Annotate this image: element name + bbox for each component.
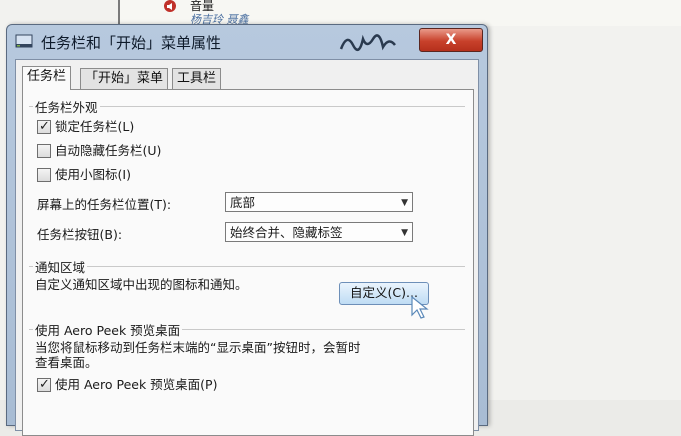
aero-peek-group-label: 使用 Aero Peek 预览桌面 <box>33 320 183 339</box>
dropdown-arrow-icon: ▼ <box>401 198 408 208</box>
aero-peek-label: 使用 Aero Peek 预览桌面(P) <box>55 377 218 392</box>
appearance-group-label: 任务栏外观 <box>33 97 100 116</box>
notification-group-line <box>29 266 465 267</box>
tab-toolbars[interactable]: 工具栏 <box>172 68 222 89</box>
taskbar-buttons-label: 任务栏按钮(B): <box>37 227 123 242</box>
lock-taskbar-checkbox[interactable]: ✓ <box>37 119 51 134</box>
volume-app-icon[interactable] <box>162 0 178 14</box>
aero-peek-description-line1: 当您将鼠标移动到任务栏末端的“显示桌面”按钮时，会暂时 <box>35 340 361 355</box>
aero-peek-checkbox[interactable]: ✓ <box>37 377 51 392</box>
notification-description: 自定义通知区域中出现的图标和通知。 <box>35 277 248 292</box>
taskbar-location-value: 底部 <box>230 195 256 210</box>
taskbar-properties-icon <box>15 34 33 48</box>
auto-hide-checkbox[interactable] <box>37 144 51 158</box>
taskbar-buttons-value: 始终合并、隐藏标签 <box>230 225 343 240</box>
taskbar-properties-dialog: 任务栏和「开始」菜单属性 X 任务栏 「开始」菜单 工具栏 任务栏外观 ✓ 锁定… <box>6 24 488 436</box>
titlebar-glass-decoration <box>339 34 396 52</box>
checkmark-icon: ✓ <box>39 119 50 134</box>
checkmark-icon: ✓ <box>39 377 50 392</box>
tab-start-menu[interactable]: 「开始」菜单 <box>80 68 169 89</box>
tab-panel-taskbar: 任务栏外观 ✓ 锁定任务栏(L) 自动隐藏任务栏(U) 使用小图标(I) 屏幕上… <box>22 89 474 436</box>
notification-group-label: 通知区域 <box>33 257 88 276</box>
aero-peek-description-line2: 查看桌面。 <box>35 355 98 370</box>
taskbar-location-label: 屏幕上的任务栏位置(T): <box>37 197 172 212</box>
taskbar-location-select[interactable]: 底部 ▼ <box>225 192 413 212</box>
dialog-client-area: 任务栏 「开始」菜单 工具栏 任务栏外观 ✓ 锁定任务栏(L) 自动隐藏任务栏(… <box>15 59 479 436</box>
lock-taskbar-label: 锁定任务栏(L) <box>55 119 135 134</box>
small-icons-label: 使用小图标(I) <box>55 167 131 182</box>
taskbar-buttons-select[interactable]: 始终合并、隐藏标签 ▼ <box>225 222 413 242</box>
auto-hide-label: 自动隐藏任务栏(U) <box>55 143 162 158</box>
dropdown-arrow-icon: ▼ <box>401 228 408 238</box>
mouse-cursor-icon <box>411 296 429 319</box>
tab-taskbar[interactable]: 任务栏 <box>22 66 72 90</box>
close-button[interactable]: X <box>419 28 483 52</box>
dialog-title: 任务栏和「开始」菜单属性 <box>41 34 222 52</box>
dialog-titlebar[interactable]: 任务栏和「开始」菜单属性 X <box>7 25 487 59</box>
small-icons-checkbox[interactable] <box>37 168 51 182</box>
